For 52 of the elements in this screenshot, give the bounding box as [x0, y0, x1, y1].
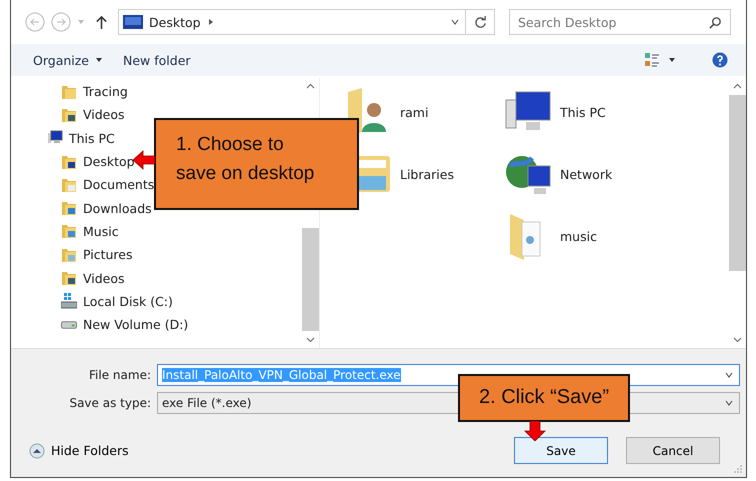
view-options-icon[interactable]: [644, 52, 660, 68]
path-segment[interactable]: Desktop: [149, 14, 201, 30]
folder-icon: [61, 246, 77, 263]
folder-tree-item[interactable]: Videos: [47, 103, 125, 127]
folder-icon: [61, 176, 77, 193]
file-item[interactable]: music: [504, 212, 664, 260]
dropdown-icon[interactable]: [725, 371, 733, 379]
dropdown-icon[interactable]: [451, 18, 459, 26]
drive-icon: [61, 293, 77, 310]
folder-icon: [61, 270, 77, 286]
folder-tree-item[interactable]: Tracing: [47, 80, 128, 104]
folder-tree-item[interactable]: Downloads: [47, 196, 152, 220]
help-icon[interactable]: [712, 52, 728, 68]
file-item[interactable]: Network: [504, 150, 664, 198]
instruction-tooltip: 1. Choose to save on desktop: [154, 118, 359, 210]
folder-icon: [61, 200, 77, 216]
caret-icon: [95, 56, 103, 64]
folder-tree-item[interactable]: Documents: [47, 173, 154, 196]
dropdown-icon[interactable]: [725, 399, 733, 407]
refresh-icon[interactable]: [474, 16, 486, 28]
search-icon: [709, 16, 722, 29]
save-button[interactable]: Save: [514, 437, 608, 464]
folder-icon: [61, 84, 77, 100]
file-item[interactable]: This PC: [504, 88, 664, 136]
dropdown-icon[interactable]: [668, 56, 676, 64]
folder-tree-item[interactable]: Pictures: [47, 243, 132, 266]
address-bar[interactable]: Desktop: [118, 9, 495, 35]
folder-tree-item[interactable]: New Volume (D:): [47, 312, 188, 336]
field-label: Save as type:: [68, 396, 152, 410]
folder-tree-item[interactable]: Videos: [47, 266, 125, 290]
chevron-icon[interactable]: [206, 18, 215, 26]
desktop-icon: [123, 15, 143, 29]
resize-grip-icon[interactable]: [734, 465, 742, 473]
folder-icon: [61, 154, 77, 170]
drive-icon: [61, 320, 77, 329]
new-folder-button[interactable]: New folder: [117, 50, 197, 70]
collapse-icon: [29, 442, 45, 458]
up-arrow-icon[interactable]: [95, 14, 108, 30]
folder-icon: [61, 223, 77, 240]
cancel-button[interactable]: Cancel: [626, 437, 720, 464]
arrow-icon: [524, 421, 546, 441]
field-label: File name:: [88, 368, 152, 382]
arrow-icon: [133, 150, 155, 170]
folder-tree-item[interactable]: Desktop: [47, 150, 135, 174]
folder-tree-item[interactable]: This PC: [47, 126, 115, 150]
hide-folders-button[interactable]: Hide Folders: [29, 442, 129, 458]
folder-tree-item[interactable]: Music: [47, 220, 119, 244]
folder-icon: [61, 106, 77, 123]
search-field[interactable]: Search Desktop: [509, 9, 731, 35]
folder-tree-item[interactable]: Local Disk (C:): [47, 290, 173, 313]
instruction-tooltip: 2. Click “Save”: [458, 374, 630, 422]
organize-button[interactable]: Organize: [27, 50, 109, 70]
